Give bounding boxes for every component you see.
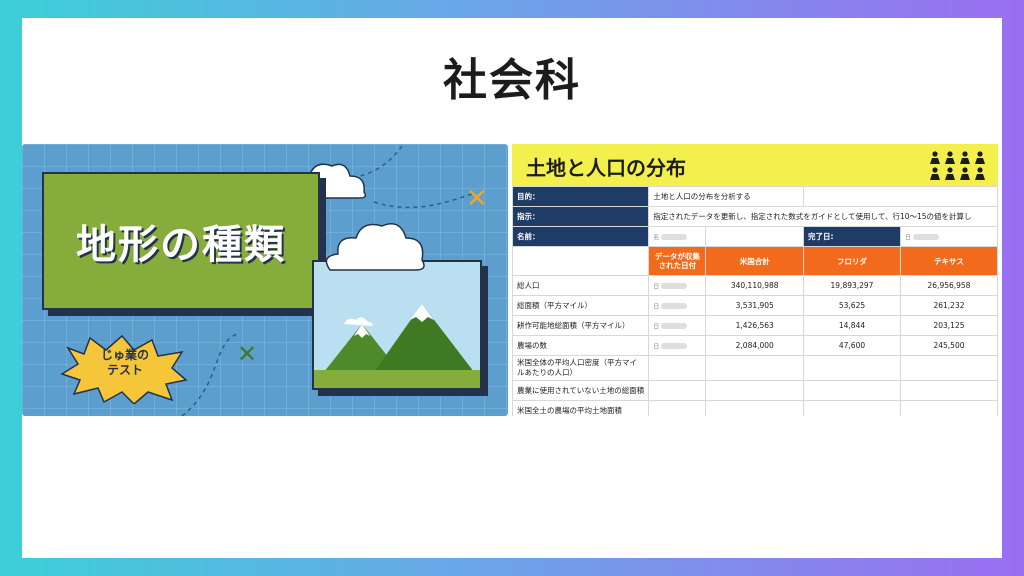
instructions-row: 指示： 指定されたデータを更新し、指定された数式をガイドとして使用して、行10〜… — [512, 206, 998, 227]
us-value[interactable]: 3,531,905 — [705, 295, 805, 316]
table-row: 農場の数 日 2,084,000 47,600 245,500 — [512, 335, 998, 356]
name-label: 名前： — [512, 226, 650, 247]
tx-value[interactable]: 261,232 — [899, 295, 998, 316]
empty-cell[interactable] — [705, 380, 805, 401]
empty-cell[interactable] — [803, 186, 998, 207]
badge-line-2: テスト — [106, 363, 143, 377]
data-table: 目的： 土地と人口の分布を分析する 指示： 指定されたデータを更新し、指定された… — [512, 186, 998, 416]
name-input[interactable]: 名 — [648, 226, 707, 247]
date-placeholder: 日 — [904, 234, 911, 242]
sheet-header: 土地と人口の分布 — [512, 144, 998, 186]
tx-value[interactable]: 203,125 — [899, 315, 998, 336]
date-cell[interactable]: 日 — [648, 295, 707, 316]
fl-value[interactable]: 19,893,297 — [803, 275, 901, 296]
name-row: 名前： 名 完了日: 日 — [512, 226, 998, 247]
redacted-value — [913, 233, 939, 240]
empty-cell[interactable] — [803, 355, 901, 381]
table-row: 耕作可能地総面積（平方マイル） 日 1,426,563 14,844 203,1… — [512, 315, 998, 336]
header-us-total: 米国合計 — [705, 246, 805, 276]
empty-cell[interactable] — [705, 355, 805, 381]
fl-value[interactable]: 47,600 — [803, 335, 901, 356]
empty-cell[interactable] — [899, 380, 998, 401]
table-row: 総人口 日 340,110,988 19,893,297 26,956,958 — [512, 275, 998, 296]
people-icon — [930, 151, 985, 180]
table-row: 米国全土の農場の平均土地面積 — [512, 400, 998, 416]
completion-date-label: 完了日: — [803, 226, 901, 247]
purpose-row: 目的： 土地と人口の分布を分析する — [512, 186, 998, 207]
header-florida: フロリダ — [803, 246, 901, 276]
empty-cell[interactable] — [803, 400, 901, 416]
empty-cell[interactable] — [705, 226, 805, 247]
empty-cell[interactable] — [705, 400, 805, 416]
row-label: 総人口 — [512, 275, 650, 296]
table-row: 農業に使用されていない土地の総面積 — [512, 380, 998, 401]
instructions-label: 指示： — [512, 206, 650, 227]
us-value[interactable]: 340,110,988 — [705, 275, 805, 296]
empty-cell[interactable] — [648, 400, 707, 416]
tx-value[interactable]: 26,956,958 — [899, 275, 998, 296]
column-header-row: データが収集された日付 米国合計 フロリダ テキサス — [512, 246, 998, 276]
cloud-icon — [325, 223, 425, 271]
header-collected-date: データが収集された日付 — [648, 246, 707, 276]
us-value[interactable]: 2,084,000 — [705, 335, 805, 356]
empty-cell[interactable] — [899, 400, 998, 416]
page-title: 社会科 — [443, 55, 581, 106]
mountain-photo — [312, 260, 482, 390]
date-cell[interactable]: 日 — [648, 315, 707, 336]
redacted-value — [661, 233, 688, 240]
purpose-value[interactable]: 土地と人口の分布を分析する — [648, 186, 805, 207]
header-texas: テキサス — [899, 246, 998, 276]
empty-cell[interactable] — [648, 355, 707, 381]
instructions-value[interactable]: 指定されたデータを更新し、指定された数式をガイドとして使用して、行10〜15の値… — [648, 206, 998, 227]
purpose-label: 目的： — [512, 186, 650, 207]
fl-value[interactable]: 14,844 — [803, 315, 901, 336]
row-label: 農業に使用されていない土地の総面積 — [512, 380, 650, 401]
tx-value[interactable]: 245,500 — [899, 335, 998, 356]
badge-line-1: じゅ業の — [100, 348, 149, 362]
completion-date-input[interactable]: 日 — [899, 226, 998, 247]
empty-cell[interactable] — [648, 380, 707, 401]
cross-icon: ✕ — [466, 184, 488, 214]
spreadsheet-panel: 土地と人口の分布 目的： 土地と人口の分布を分析する 指示： 指定されたデータを… — [512, 144, 998, 416]
landforms-illustration: 地形の種類 じゅ業の テスト ✕ ✕ — [22, 144, 508, 416]
name-placeholder: 名 — [653, 234, 660, 242]
date-cell[interactable]: 日 — [648, 275, 707, 296]
row-label: 米国全体の平均人口密度（平方マイルあたりの人口） — [512, 355, 650, 381]
badge-text: じゅ業の テスト — [60, 348, 190, 378]
row-label: 農場の数 — [512, 335, 650, 356]
us-value[interactable]: 1,426,563 — [705, 315, 805, 336]
empty-cell[interactable] — [803, 380, 901, 401]
title-panel: 地形の種類 — [42, 172, 320, 310]
sheet-title: 土地と人口の分布 — [526, 156, 686, 180]
row-label: 耕作可能地総面積（平方マイル） — [512, 315, 650, 336]
date-cell[interactable]: 日 — [648, 335, 707, 356]
landforms-title: 地形の種類 — [76, 222, 286, 268]
fl-value[interactable]: 53,625 — [803, 295, 901, 316]
row-label: 総面積（平方マイル） — [512, 295, 650, 316]
slide-card: 社会科 地形の種類 じゅ業の テスト ✕ ✕ 土地と人口の分布 目的： 土地と人… — [22, 18, 1002, 558]
row-label: 米国全土の農場の平均土地面積 — [512, 400, 650, 416]
empty-cell[interactable] — [899, 355, 998, 381]
table-row: 米国全体の平均人口密度（平方マイルあたりの人口） — [512, 355, 998, 381]
table-row: 総面積（平方マイル） 日 3,531,905 53,625 261,232 — [512, 295, 998, 316]
empty-cell[interactable] — [512, 246, 650, 276]
mountain-scene — [314, 262, 480, 388]
cross-icon: ✕ — [237, 340, 258, 368]
